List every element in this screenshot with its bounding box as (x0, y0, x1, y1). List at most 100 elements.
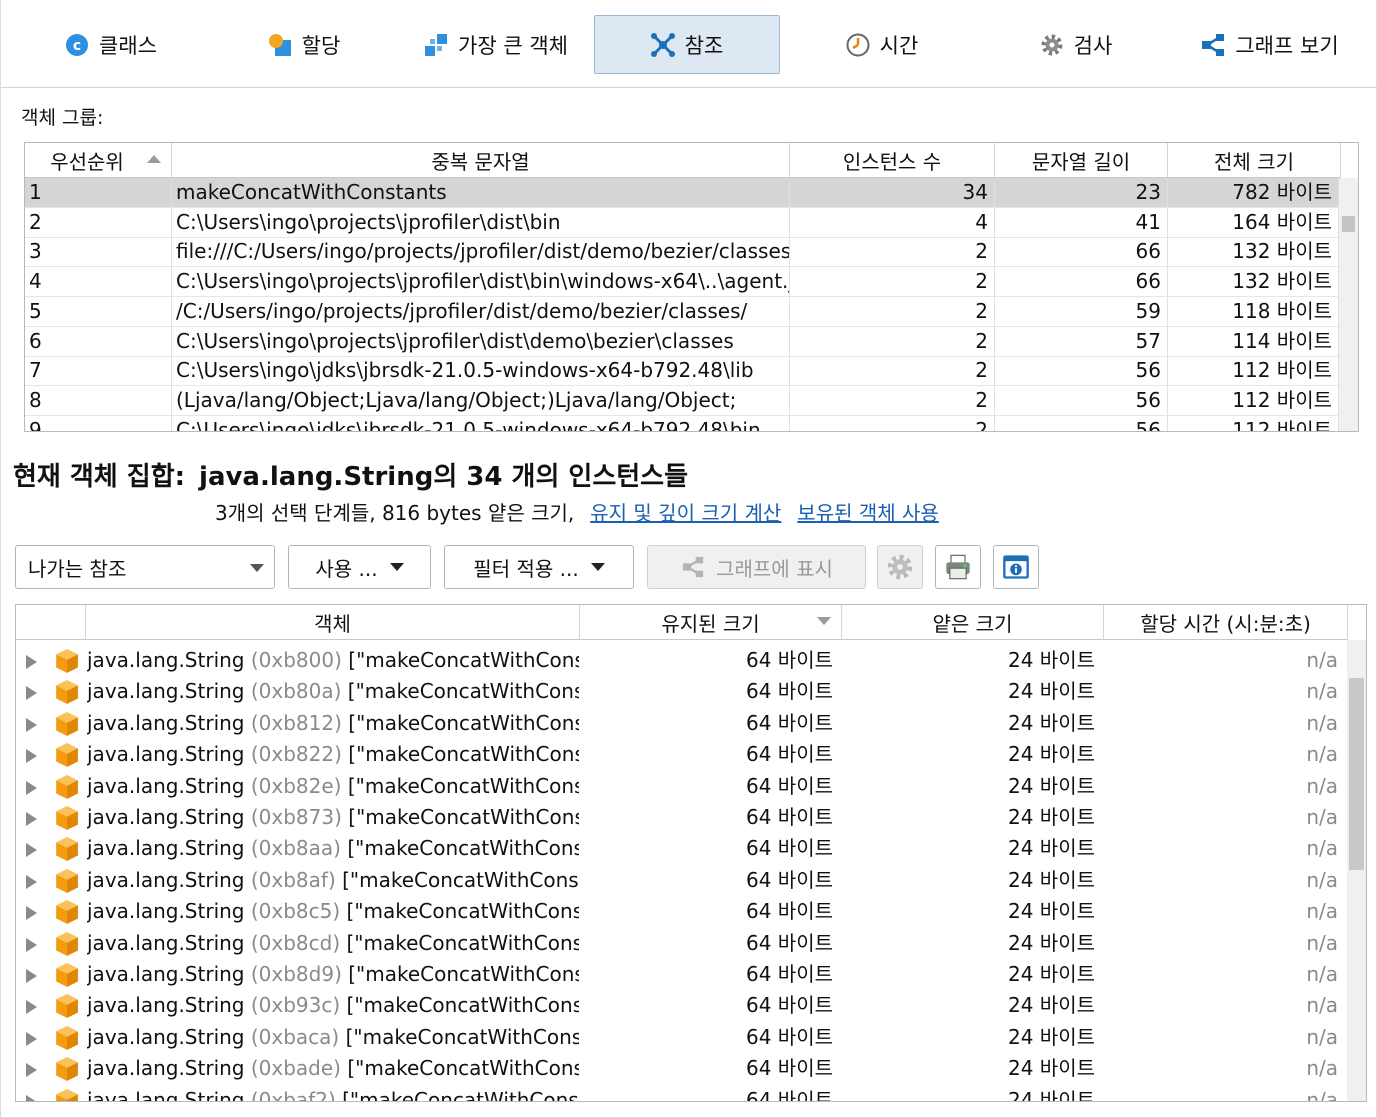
expand-arrow-icon[interactable] (26, 717, 37, 732)
table-row[interactable]: 1 makeConcatWithConstants 34 23 782 바이트 (25, 178, 1339, 208)
use-dropdown-button[interactable]: 사용 ... (288, 545, 431, 589)
scrollbar-thumb[interactable] (1349, 678, 1364, 870)
table-row[interactable]: java.lang.String (0xb82e) ["makeConcatWi… (16, 771, 1348, 802)
object-instance-icon (56, 1088, 78, 1101)
table-row[interactable]: 8 (Ljava/lang/Object;Ljava/lang/Object;)L… (25, 385, 1339, 416)
object-address: (0xb800) (250, 648, 342, 672)
use-retained-objects-link[interactable]: 보유된 객체 사용 (797, 501, 939, 525)
calculate-retained-sizes-link[interactable]: 유지 및 깊이 크기 계산 (590, 501, 781, 525)
cell-time: n/a (1306, 993, 1338, 1018)
table-row[interactable]: java.lang.String (0xbade) ["makeConcatWi… (16, 1053, 1348, 1084)
tab-label: 참조 (684, 33, 724, 58)
column-header-object[interactable]: 객체 (86, 605, 580, 640)
table-row[interactable]: java.lang.String (0xb8af) ["makeConcatWi… (16, 865, 1348, 896)
objects-scrollbar[interactable] (1347, 640, 1366, 1101)
expand-arrow-icon[interactable] (26, 874, 37, 889)
table-row[interactable]: 2 C:\Users\ingo\projects\jprofiler\dist\b… (25, 207, 1339, 238)
tab-time[interactable]: 시간 (837, 15, 927, 74)
chevron-down-icon (590, 563, 605, 571)
object-value: ["makeConcatWithConsta... (347, 773, 579, 798)
table-row[interactable]: java.lang.String (0xbaca) ["makeConcatWi… (16, 1022, 1348, 1053)
column-header-priority[interactable]: 우선순위 (25, 143, 172, 178)
column-header-retained-size[interactable]: 유지된 크기 (580, 605, 842, 640)
cell-time: n/a (1306, 1056, 1338, 1081)
expand-arrow-icon[interactable] (26, 1063, 37, 1078)
objects-tree-table[interactable]: 객체 유지된 크기 얕은 크기 할당 시간 (시:분:초) java.lang.… (15, 604, 1367, 1102)
cell-object: java.lang.String (0xb822) ["makeConcatWi… (87, 739, 579, 770)
table-row[interactable]: java.lang.String (0xb873) ["makeConcatWi… (16, 802, 1348, 833)
cell-object: java.lang.String (0xb812) ["makeConcatWi… (87, 708, 579, 739)
cell-time: n/a (1306, 679, 1338, 704)
cell-size: 118 바이트 (1168, 296, 1339, 326)
table-row[interactable]: 7 C:\Users\ingo\jdks\jbrsdk-21.0.5-window… (25, 356, 1339, 387)
table-row[interactable]: java.lang.String (0xbaf2) ["makeConcatWi… (16, 1085, 1348, 1102)
table-row[interactable]: 3 file:///C:/Users/ingo/projects/jprofile… (25, 237, 1339, 268)
tab-biggest-objects[interactable]: 가장 큰 객체 (406, 15, 586, 74)
expand-arrow-icon[interactable] (26, 937, 37, 952)
expand-arrow-icon[interactable] (26, 749, 37, 764)
cell-string: C:\Users\ingo\projects\jprofiler\dist\bi… (172, 267, 790, 297)
cell-string: (Ljava/lang/Object;Ljava/lang/Object;)Lj… (172, 385, 790, 415)
column-header-allocation-time[interactable]: 할당 시간 (시:분:초) (1104, 605, 1348, 640)
cell-shallow: 24 바이트 (1008, 836, 1096, 861)
expand-arrow-icon[interactable] (26, 655, 37, 669)
object-value: ["makeConcatWithConsta... (346, 993, 579, 1018)
cell-length: 66 (995, 237, 1168, 267)
inspection-settings-button[interactable] (877, 545, 923, 589)
expand-arrow-icon[interactable] (26, 906, 37, 921)
expand-arrow-icon[interactable] (26, 686, 37, 701)
table-row[interactable]: java.lang.String (0xb812) ["makeConcatWi… (16, 708, 1348, 739)
clock-icon (846, 33, 870, 56)
apply-filter-dropdown-button[interactable]: 필터 적용 ... (444, 545, 634, 589)
column-header-instance-count[interactable]: 인스턴스 수 (790, 143, 995, 178)
table-row[interactable]: java.lang.String (0xb93c) ["makeConcatWi… (16, 990, 1348, 1021)
table-row[interactable]: 5/C:/Users/ingo/projects/jprofiler/dist/… (25, 296, 1339, 327)
groups-scrollbar[interactable] (1339, 178, 1358, 431)
column-header-total-size[interactable]: 전체 크기 (1168, 143, 1341, 178)
table-row[interactable]: java.lang.String (0xb822) ["makeConcatWi… (16, 739, 1348, 770)
cell-priority: 2 (25, 207, 172, 237)
expand-arrow-icon[interactable] (26, 812, 37, 826)
duplicate-strings-table[interactable]: 우선순위 중복 문자열 인스턴스 수 문자열 길이 전체 크기 1 makeCon… (24, 142, 1359, 432)
svg-text:c: c (73, 38, 81, 54)
column-header-string-length[interactable]: 문자열 길이 (995, 143, 1168, 178)
tab-inspections[interactable]: 검사 (1031, 15, 1121, 74)
show-in-graph-button[interactable]: 그래프에 표시 (647, 545, 866, 589)
object-instance-icon (56, 1025, 78, 1050)
table-row[interactable]: java.lang.String (0xb8aa) ["makeConcatWi… (16, 833, 1348, 864)
cell-object: java.lang.String (0xb8d9) ["makeConcatWi… (87, 959, 579, 990)
tab-classes[interactable]: c 클래스 (46, 15, 176, 74)
table-row[interactable]: java.lang.String (0xb8c5) ["makeConcatWi… (16, 896, 1348, 927)
expand-arrow-icon[interactable] (26, 969, 37, 983)
table-row[interactable]: java.lang.String (0xb8d9) ["makeConcatWi… (16, 959, 1348, 990)
info-button[interactable] (993, 545, 1039, 589)
object-address: (0xb8af) (250, 867, 336, 892)
object-class-name: java.lang.String (87, 1087, 245, 1102)
tab-references[interactable]: 참조 (594, 15, 780, 74)
expand-arrow-icon[interactable] (26, 843, 37, 858)
table-row[interactable]: 9 C:\Users\ingo\jdks\jbrsdk-21.0.5-window… (25, 415, 1339, 431)
tab-graph[interactable]: 그래프 보기 (1193, 15, 1347, 74)
table-row[interactable]: java.lang.String (0xb8cd) ["makeConcatWi… (16, 928, 1348, 959)
table-row[interactable]: java.lang.String (0xb80a) ["makeConcatWi… (16, 676, 1348, 707)
expand-arrow-icon[interactable] (26, 1094, 37, 1101)
expand-arrow-icon[interactable] (26, 1000, 37, 1015)
export-button[interactable] (935, 545, 981, 589)
view-mode-select[interactable]: 나가는 참조 (15, 545, 275, 589)
table-row[interactable]: java.lang.String (0xb800) ["makeConcatWi… (16, 645, 1348, 676)
object-instance-icon (56, 994, 78, 1019)
expand-arrow-icon[interactable] (26, 1031, 37, 1046)
cell-priority: 6 (25, 326, 172, 356)
table-row[interactable]: 6 C:\Users\ingo\projects\jprofiler\dist\d… (25, 326, 1339, 357)
tab-allocation[interactable]: 할당 (249, 15, 359, 74)
column-header-duplicate-string[interactable]: 중복 문자열 (172, 143, 790, 178)
table-row[interactable]: 4 C:\Users\ingo\projects\jprofiler\dist\b… (25, 267, 1339, 298)
column-header-shallow-size[interactable]: 얕은 크기 (842, 605, 1104, 640)
scrollbar-thumb[interactable] (1342, 216, 1355, 232)
expand-arrow-icon[interactable] (26, 780, 37, 795)
cell-object: java.lang.String (0xb80a) ["makeConcatWi… (87, 676, 579, 707)
cell-string: file:///C:/Users/ingo/projects/jprofiler… (172, 237, 790, 267)
sort-descending-icon (817, 617, 831, 625)
object-address: (0xb812) (250, 710, 342, 735)
cell-shallow: 24 바이트 (1008, 1087, 1096, 1102)
